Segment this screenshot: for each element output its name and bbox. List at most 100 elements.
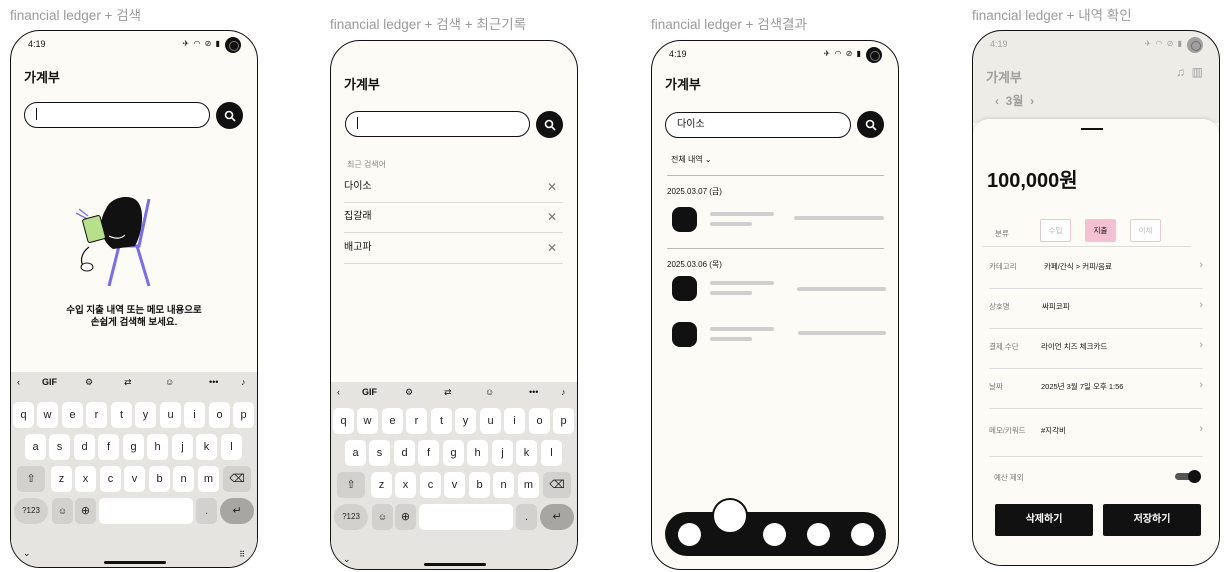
recent-item[interactable]: 다이소 ✕ <box>344 171 563 203</box>
space-key[interactable] <box>99 498 193 524</box>
gear-icon[interactable]: ⚙ <box>85 377 93 388</box>
backspace-key[interactable]: ⌫ <box>223 466 251 492</box>
key-h[interactable]: h <box>467 440 488 466</box>
key-b[interactable]: b <box>149 466 170 492</box>
chevron-left-icon[interactable]: ‹ <box>337 387 340 397</box>
close-icon[interactable]: ✕ <box>547 171 557 203</box>
detail-row-merchant[interactable]: 상호명 싸피코피 › <box>989 289 1203 329</box>
close-icon[interactable]: ✕ <box>547 201 557 233</box>
period-key[interactable]: . <box>516 504 537 530</box>
budget-exclude-toggle[interactable] <box>1175 470 1201 483</box>
key-a[interactable]: a <box>25 434 46 460</box>
key-t[interactable]: t <box>111 402 132 428</box>
key-o[interactable]: o <box>209 402 230 428</box>
key-r[interactable]: r <box>406 408 427 434</box>
key-v[interactable]: v <box>124 466 145 492</box>
detail-row-memo[interactable]: 메모/키워드 #지각비 › <box>989 413 1203 457</box>
nav-item[interactable] <box>678 523 701 546</box>
detail-row-date[interactable]: 날짜 2025년 3월 7일 오후 1:56 › <box>989 369 1203 409</box>
space-key[interactable] <box>419 504 513 530</box>
key-f[interactable]: f <box>98 434 119 460</box>
sheet-handle[interactable] <box>1081 128 1103 130</box>
key-m[interactable]: m <box>198 466 219 492</box>
nav-item[interactable] <box>851 523 874 546</box>
key-d[interactable]: d <box>74 434 95 460</box>
sticker-icon[interactable]: ☺ <box>485 387 494 397</box>
key-c[interactable]: c <box>420 472 441 498</box>
backspace-key[interactable]: ⌫ <box>543 472 571 498</box>
gif-button[interactable]: GIF <box>362 387 377 397</box>
save-button[interactable]: 저장하기 <box>1103 504 1201 536</box>
type-transfer[interactable]: 이체 <box>1130 219 1161 242</box>
globe-icon[interactable]: ⊕ <box>75 498 96 524</box>
key-y[interactable]: y <box>135 402 156 428</box>
search-button[interactable] <box>216 102 243 129</box>
emoji-key[interactable]: ☺ <box>372 504 393 530</box>
key-i[interactable]: i <box>184 402 205 428</box>
key-c[interactable]: c <box>100 466 121 492</box>
translate-icon[interactable]: ⇄ <box>124 377 132 388</box>
mic-icon[interactable]: ♪ <box>241 377 246 387</box>
key-s[interactable]: s <box>369 440 390 466</box>
close-icon[interactable]: ✕ <box>547 232 557 264</box>
key-t[interactable]: t <box>431 408 452 434</box>
chevron-down-icon[interactable]: ⌄ <box>343 554 351 565</box>
sticker-icon[interactable]: ☺ <box>165 377 174 387</box>
gear-icon[interactable]: ⚙ <box>405 387 413 398</box>
enter-key[interactable]: ↵ <box>540 504 574 530</box>
key-g[interactable]: g <box>443 440 464 466</box>
key-z[interactable]: z <box>51 466 72 492</box>
key-o[interactable]: o <box>529 408 550 434</box>
result-row[interactable] <box>672 322 886 348</box>
key-k[interactable]: k <box>196 434 217 460</box>
key-i[interactable]: i <box>504 408 525 434</box>
shift-key[interactable]: ⇧ <box>337 472 365 498</box>
detail-row-payment[interactable]: 결제 수단 라이언 치즈 체크카드 › <box>989 329 1203 369</box>
recent-item[interactable]: 배고파 ✕ <box>344 232 563 264</box>
nav-item[interactable] <box>763 523 786 546</box>
result-row[interactable] <box>672 276 886 302</box>
chevron-down-icon[interactable]: ⌄ <box>23 548 31 559</box>
nav-item[interactable] <box>807 523 830 546</box>
key-b[interactable]: b <box>469 472 490 498</box>
type-expense[interactable]: 지출 <box>1085 219 1116 242</box>
more-icon[interactable]: ••• <box>209 377 218 387</box>
key-u[interactable]: u <box>160 402 181 428</box>
key-l[interactable]: l <box>541 440 562 466</box>
key-v[interactable]: v <box>444 472 465 498</box>
key-r[interactable]: r <box>86 402 107 428</box>
key-p[interactable]: p <box>233 402 254 428</box>
key-e[interactable]: e <box>62 402 83 428</box>
search-input[interactable] <box>24 102 210 128</box>
key-u[interactable]: u <box>480 408 501 434</box>
key-j[interactable]: j <box>492 440 513 466</box>
type-income[interactable]: 수입 <box>1040 219 1071 242</box>
shift-key[interactable]: ⇧ <box>17 466 45 492</box>
nav-center-button[interactable] <box>712 498 748 534</box>
more-icon[interactable]: ••• <box>529 387 538 397</box>
emoji-key[interactable]: ☺ <box>52 498 73 524</box>
gif-button[interactable]: GIF <box>42 377 57 387</box>
key-n[interactable]: n <box>493 472 514 498</box>
key-d[interactable]: d <box>394 440 415 466</box>
key-q[interactable]: q <box>13 402 34 428</box>
key-q[interactable]: q <box>333 408 354 434</box>
key-m[interactable]: m <box>518 472 539 498</box>
translate-icon[interactable]: ⇄ <box>444 387 452 398</box>
key-f[interactable]: f <box>418 440 439 466</box>
symbols-key[interactable]: ?123 <box>14 498 48 524</box>
search-button[interactable] <box>536 111 563 138</box>
key-e[interactable]: e <box>382 408 403 434</box>
globe-icon[interactable]: ⊕ <box>395 504 416 530</box>
period-key[interactable]: . <box>196 498 217 524</box>
key-g[interactable]: g <box>123 434 144 460</box>
key-s[interactable]: s <box>49 434 70 460</box>
search-input[interactable]: 다이소 <box>665 112 851 138</box>
key-z[interactable]: z <box>371 472 392 498</box>
mic-icon[interactable]: ♪ <box>561 387 566 397</box>
search-input[interactable] <box>345 111 530 137</box>
key-n[interactable]: n <box>173 466 194 492</box>
symbols-key[interactable]: ?123 <box>334 504 368 530</box>
recent-item[interactable]: 집갈래 ✕ <box>344 201 563 233</box>
keyboard-icon[interactable]: ⠿ <box>239 550 245 559</box>
